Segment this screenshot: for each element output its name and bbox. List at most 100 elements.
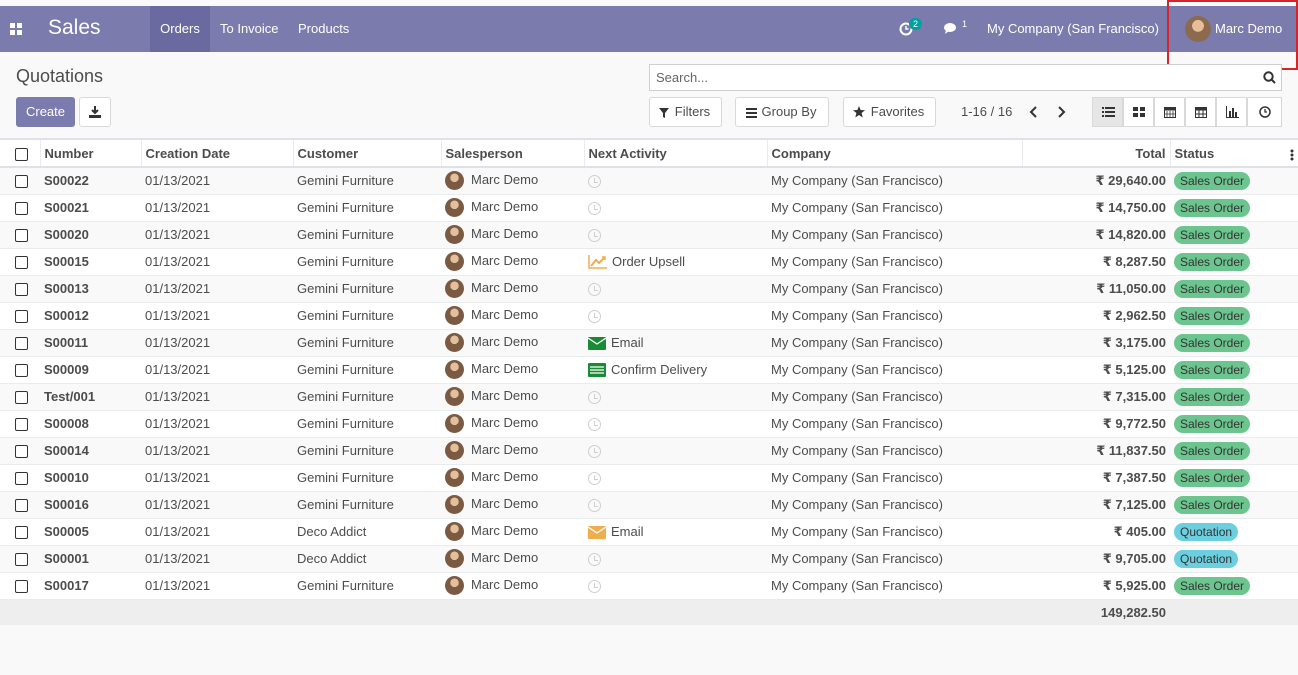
header-total[interactable]: Total xyxy=(1022,138,1171,168)
column-options-icon[interactable] xyxy=(1290,149,1294,161)
select-all-checkbox[interactable] xyxy=(15,147,28,161)
export-button[interactable] xyxy=(79,97,111,127)
row-checkbox[interactable] xyxy=(15,364,28,378)
header-next-activity[interactable]: Next Activity xyxy=(584,138,768,168)
row-checkbox[interactable] xyxy=(15,553,28,567)
filters-button[interactable]: Filters xyxy=(649,97,722,127)
pager-value[interactable]: 1-16 / 16 xyxy=(961,104,1012,119)
row-select-cell xyxy=(0,194,40,222)
row-select-cell xyxy=(0,491,40,519)
table-row[interactable]: S00021 01/13/2021 Gemini Furniture Marc Dem… xyxy=(0,194,1298,222)
messages-button[interactable]: 1 xyxy=(944,6,970,52)
menu-products[interactable]: Products xyxy=(288,6,359,52)
row-select-cell xyxy=(0,464,40,492)
list-view-button[interactable] xyxy=(1092,97,1123,127)
email-orange-icon[interactable] xyxy=(588,526,606,540)
clock-icon[interactable] xyxy=(588,283,601,297)
delivery-icon[interactable] xyxy=(588,363,606,378)
calendar-view-button[interactable] xyxy=(1154,97,1185,127)
pager-previous-icon[interactable] xyxy=(1029,106,1039,118)
favorites-button[interactable]: Favorites xyxy=(843,97,936,127)
quotations-table: Number Creation Date Customer Salesperso… xyxy=(0,138,1298,625)
cell-status: Sales Order xyxy=(1170,248,1298,276)
create-button[interactable]: Create xyxy=(16,97,75,127)
header-number[interactable]: Number xyxy=(40,138,142,168)
upsell-chart-icon[interactable] xyxy=(588,255,607,270)
clock-icon[interactable] xyxy=(588,202,601,216)
table-row[interactable]: S00005 01/13/2021 Deco Addict Marc Demo Emai… xyxy=(0,518,1298,546)
row-checkbox[interactable] xyxy=(15,418,28,432)
email-green-icon[interactable] xyxy=(588,337,606,351)
row-checkbox[interactable] xyxy=(15,283,28,297)
table-row[interactable]: S00001 01/13/2021 Deco Addict Marc Demo My C… xyxy=(0,545,1298,573)
row-checkbox[interactable] xyxy=(15,229,28,243)
row-checkbox[interactable] xyxy=(15,175,28,189)
header-creation-date[interactable]: Creation Date xyxy=(141,138,294,168)
search-input[interactable] xyxy=(650,65,1240,90)
table-row[interactable]: S00020 01/13/2021 Gemini Furniture Marc Dem… xyxy=(0,221,1298,249)
table-row[interactable]: S00015 01/13/2021 Gemini Furniture Marc Dem… xyxy=(0,248,1298,276)
salesperson-name: Marc Demo xyxy=(471,414,539,430)
clock-icon[interactable] xyxy=(588,418,601,432)
cell-salesperson: Marc Demo xyxy=(441,248,584,276)
header-customer[interactable]: Customer xyxy=(293,138,442,168)
clock-icon[interactable] xyxy=(588,580,601,594)
table-row[interactable]: S00009 01/13/2021 Gemini Furniture Marc Dem… xyxy=(0,356,1298,384)
header-salesperson[interactable]: Salesperson xyxy=(441,138,585,168)
table-body: S00022 01/13/2021 Gemini Furniture Marc Dem… xyxy=(0,167,1298,600)
status-badge: Sales Order xyxy=(1174,171,1251,190)
row-checkbox[interactable] xyxy=(15,445,28,459)
clock-icon[interactable] xyxy=(588,391,601,405)
graph-view-button[interactable] xyxy=(1216,97,1247,127)
pager-next-icon[interactable] xyxy=(1056,106,1066,118)
app-name[interactable]: Sales xyxy=(48,16,101,40)
menu-to-invoice[interactable]: To Invoice xyxy=(210,6,289,52)
table-icon xyxy=(1195,107,1207,118)
row-checkbox[interactable] xyxy=(15,202,28,216)
cell-total: ₹ 29,640.00 xyxy=(1022,167,1170,195)
menu-orders[interactable]: Orders xyxy=(150,6,210,52)
cell-status: Sales Order xyxy=(1170,437,1298,465)
apps-menu-icon[interactable] xyxy=(10,23,22,35)
search-icon[interactable] xyxy=(1263,71,1276,84)
table-row[interactable]: S00017 01/13/2021 Gemini Furniture Marc Dem… xyxy=(0,572,1298,600)
row-checkbox[interactable] xyxy=(15,391,28,405)
clock-icon[interactable] xyxy=(588,445,601,459)
table-row[interactable]: S00016 01/13/2021 Gemini Furniture Marc Dem… xyxy=(0,491,1298,519)
pivot-view-button[interactable] xyxy=(1185,97,1216,127)
company-switcher[interactable]: My Company (San Francisco) xyxy=(987,6,1159,52)
header-company[interactable]: Company xyxy=(767,138,1023,168)
salesperson-avatar xyxy=(445,306,464,325)
row-checkbox[interactable] xyxy=(15,472,28,486)
clock-icon[interactable] xyxy=(588,310,601,324)
header-status[interactable]: Status xyxy=(1170,138,1298,168)
table-footer-row: 149,282.50 xyxy=(0,599,1298,625)
activity-button[interactable]: 2 xyxy=(897,6,925,52)
clock-icon[interactable] xyxy=(588,175,601,189)
row-checkbox[interactable] xyxy=(15,310,28,324)
activity-view-button[interactable] xyxy=(1247,97,1282,127)
table-row[interactable]: S00010 01/13/2021 Gemini Furniture Marc Dem… xyxy=(0,464,1298,492)
status-badge: Sales Order xyxy=(1174,468,1251,487)
table-row[interactable]: S00013 01/13/2021 Gemini Furniture Marc Dem… xyxy=(0,275,1298,303)
row-checkbox[interactable] xyxy=(15,526,28,540)
row-checkbox[interactable] xyxy=(15,256,28,270)
table-row[interactable]: Test/001 01/13/2021 Gemini Furniture Marc D… xyxy=(0,383,1298,411)
kanban-view-button[interactable] xyxy=(1123,97,1154,127)
table-row[interactable]: S00008 01/13/2021 Gemini Furniture Marc Dem… xyxy=(0,410,1298,438)
clock-icon[interactable] xyxy=(588,472,601,486)
clock-icon[interactable] xyxy=(588,229,601,243)
status-badge: Quotation xyxy=(1174,522,1239,541)
cell-customer: Gemini Furniture xyxy=(293,356,441,384)
table-row[interactable]: S00022 01/13/2021 Gemini Furniture Marc Dem… xyxy=(0,167,1298,195)
table-row[interactable]: S00012 01/13/2021 Gemini Furniture Marc Dem… xyxy=(0,302,1298,330)
salesperson-name: Marc Demo xyxy=(471,172,539,188)
table-row[interactable]: S00014 01/13/2021 Gemini Furniture Marc Dem… xyxy=(0,437,1298,465)
table-row[interactable]: S00011 01/13/2021 Gemini Furniture Marc Dem… xyxy=(0,329,1298,357)
row-checkbox[interactable] xyxy=(15,499,28,513)
group-by-button[interactable]: Group By xyxy=(735,97,829,127)
row-checkbox[interactable] xyxy=(15,337,28,351)
row-checkbox[interactable] xyxy=(15,580,28,594)
clock-icon[interactable] xyxy=(588,553,601,567)
clock-icon[interactable] xyxy=(588,499,601,513)
